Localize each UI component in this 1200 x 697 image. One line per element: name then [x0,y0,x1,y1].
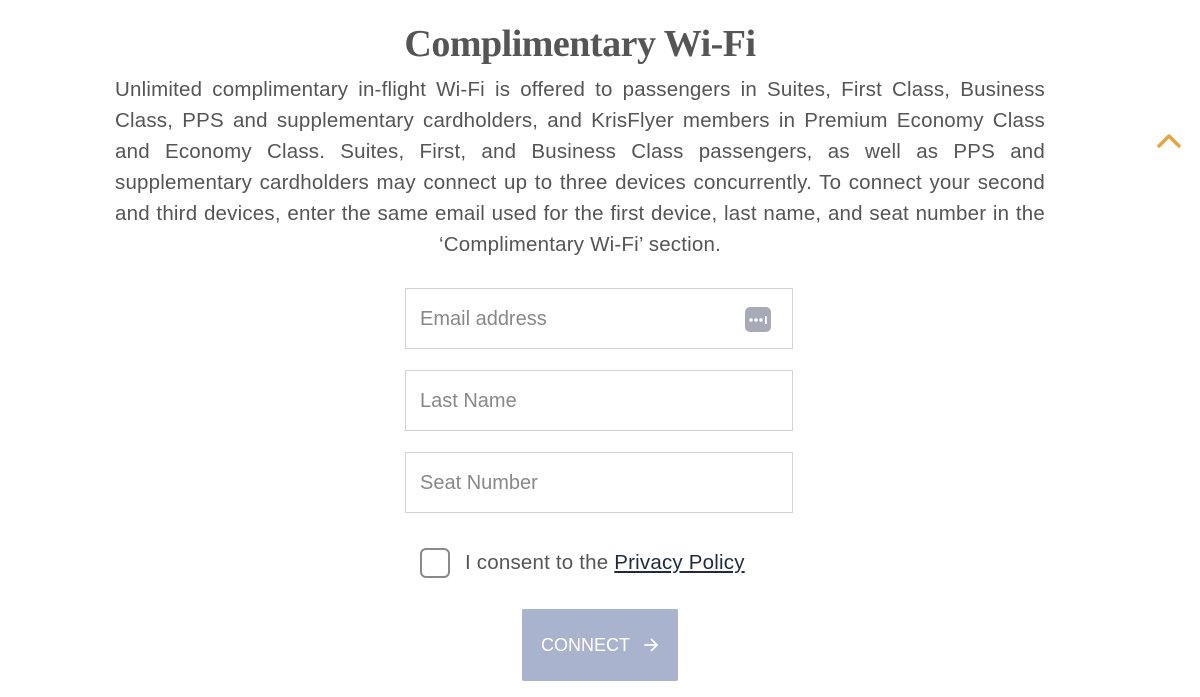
email-field [405,288,793,349]
privacy-policy-link[interactable]: Privacy Policy [614,551,744,574]
last-name-input[interactable] [406,371,792,430]
consent-checkbox[interactable] [420,547,450,578]
arrow-right-icon [643,637,659,653]
scroll-to-top-button[interactable] [1156,130,1182,150]
password-autofill-icon[interactable] [745,307,771,332]
seat-number-field [405,452,793,513]
connect-button-label: CONNECT [541,634,630,655]
chevron-up-icon [1157,134,1181,148]
consent-row: I consent to the Privacy Policy [420,546,745,579]
seat-number-input[interactable] [406,453,792,512]
email-input[interactable] [406,289,792,348]
intro-paragraph: Unlimited complimentary in-flight Wi-Fi … [115,78,1045,256]
page-title: Complimentary Wi-Fi [404,23,756,65]
consent-label: I consent to the Privacy Policy [465,551,745,575]
last-name-field [405,370,793,431]
connect-button[interactable]: CONNECT [522,609,678,681]
consent-text: I consent to the [465,550,615,574]
